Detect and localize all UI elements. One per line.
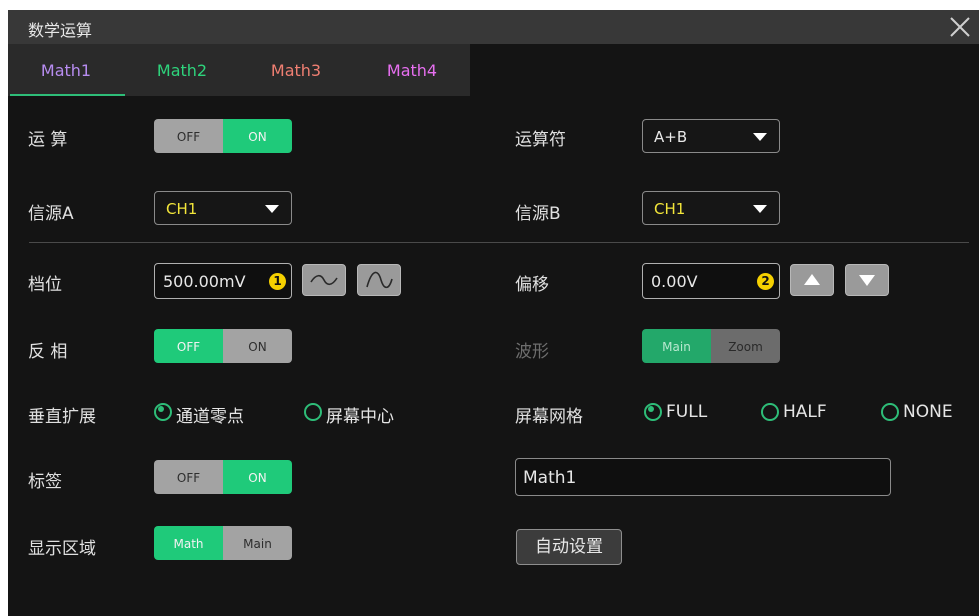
- operation-off-option[interactable]: OFF: [154, 119, 223, 153]
- invert-label: 反 相: [28, 342, 68, 362]
- tag-toggle[interactable]: OFF ON: [154, 460, 292, 494]
- title-bar: 数学运算: [8, 10, 979, 44]
- radio-unselected-icon: [881, 403, 899, 421]
- offset-down-button[interactable]: [845, 264, 889, 296]
- invert-toggle[interactable]: OFF ON: [154, 329, 292, 363]
- scale-value: 500.00mV: [163, 272, 246, 291]
- tag-off-option[interactable]: OFF: [154, 460, 223, 494]
- chevron-down-icon: [265, 205, 279, 213]
- tag-label: 标签: [28, 472, 62, 492]
- chevron-down-icon: [753, 133, 767, 141]
- source-b-select[interactable]: CH1: [642, 191, 780, 225]
- operator-value: A+B: [654, 128, 688, 146]
- invert-off-option[interactable]: OFF: [154, 329, 223, 363]
- display-math-option[interactable]: Math: [154, 526, 223, 560]
- operator-label: 运算符: [515, 130, 566, 150]
- coarse-wave-icon: [310, 274, 338, 286]
- close-icon[interactable]: [947, 14, 973, 40]
- radio-dot-icon: [648, 406, 654, 412]
- display-area-label: 显示区域: [28, 539, 96, 559]
- display-area-toggle[interactable]: Math Main: [154, 526, 292, 560]
- invert-on-option[interactable]: ON: [223, 329, 292, 363]
- radio-label: 屏幕中心: [326, 407, 394, 427]
- waveform-zoom-option: Zoom: [711, 329, 780, 363]
- waveform-toggle: Main Zoom: [642, 329, 780, 363]
- offset-up-button[interactable]: [790, 264, 834, 296]
- fine-wave-icon: [366, 271, 393, 289]
- tab-math4[interactable]: Math4: [354, 44, 470, 96]
- offset-label: 偏移: [515, 275, 549, 295]
- source-a-label: 信源A: [28, 204, 74, 224]
- operation-label: 运 算: [28, 130, 68, 150]
- math-dialog: 数学运算 Math1 Math2 Math3 Math4 运 算 OFF ON …: [8, 10, 979, 616]
- section-divider: [29, 242, 969, 243]
- radio-selected-icon: [154, 403, 172, 421]
- triangle-up-icon: [804, 274, 820, 285]
- vertical-expand-label: 垂直扩展: [28, 407, 96, 427]
- tab-label: Math1: [40, 61, 92, 80]
- source-a-select[interactable]: CH1: [154, 191, 292, 225]
- display-main-option[interactable]: Main: [223, 526, 292, 560]
- tab-bar: Math1 Math2 Math3 Math4: [8, 44, 470, 96]
- tab-math3[interactable]: Math3: [238, 44, 354, 96]
- tag-on-option[interactable]: ON: [223, 460, 292, 494]
- auto-setup-button[interactable]: 自动设置: [516, 529, 622, 565]
- source-b-label: 信源B: [515, 204, 561, 224]
- tab-label: Math3: [270, 61, 322, 80]
- radio-unselected-icon: [761, 403, 779, 421]
- operation-toggle[interactable]: OFF ON: [154, 119, 292, 153]
- source-b-value: CH1: [654, 200, 686, 218]
- offset-value: 0.00V: [651, 272, 698, 291]
- radio-selected-icon: [644, 403, 662, 421]
- scale-input[interactable]: 500.00mV 1: [154, 263, 292, 299]
- operator-select[interactable]: A+B: [642, 119, 780, 153]
- scale-fine-button[interactable]: [357, 264, 401, 296]
- chevron-down-icon: [753, 205, 767, 213]
- tab-math2[interactable]: Math2: [124, 44, 240, 96]
- radio-label: HALF: [783, 402, 827, 422]
- knob-1-icon: 1: [269, 273, 286, 290]
- active-tab-indicator: [10, 94, 125, 96]
- tab-math1[interactable]: Math1: [8, 44, 124, 96]
- knob-2-icon: 2: [757, 273, 774, 290]
- dialog-title: 数学运算: [28, 21, 93, 40]
- radio-label: NONE: [903, 402, 953, 422]
- waveform-label: 波形: [515, 342, 549, 362]
- offset-input[interactable]: 0.00V 2: [642, 263, 780, 299]
- tab-label: Math4: [386, 61, 438, 80]
- source-a-value: CH1: [166, 200, 198, 218]
- tag-text-input[interactable]: Math1: [515, 458, 891, 496]
- triangle-down-icon: [859, 275, 875, 286]
- waveform-main-option: Main: [642, 329, 711, 363]
- radio-dot-icon: [158, 406, 164, 412]
- scale-coarse-button[interactable]: [302, 264, 346, 296]
- tag-text-value: Math1: [523, 468, 577, 488]
- scale-label: 档位: [28, 275, 62, 295]
- radio-label: 通道零点: [176, 407, 244, 427]
- radio-unselected-icon: [304, 403, 322, 421]
- screen-grid-label: 屏幕网格: [515, 407, 583, 427]
- tab-label: Math2: [156, 61, 208, 80]
- radio-label: FULL: [666, 402, 708, 422]
- operation-on-option[interactable]: ON: [223, 119, 292, 153]
